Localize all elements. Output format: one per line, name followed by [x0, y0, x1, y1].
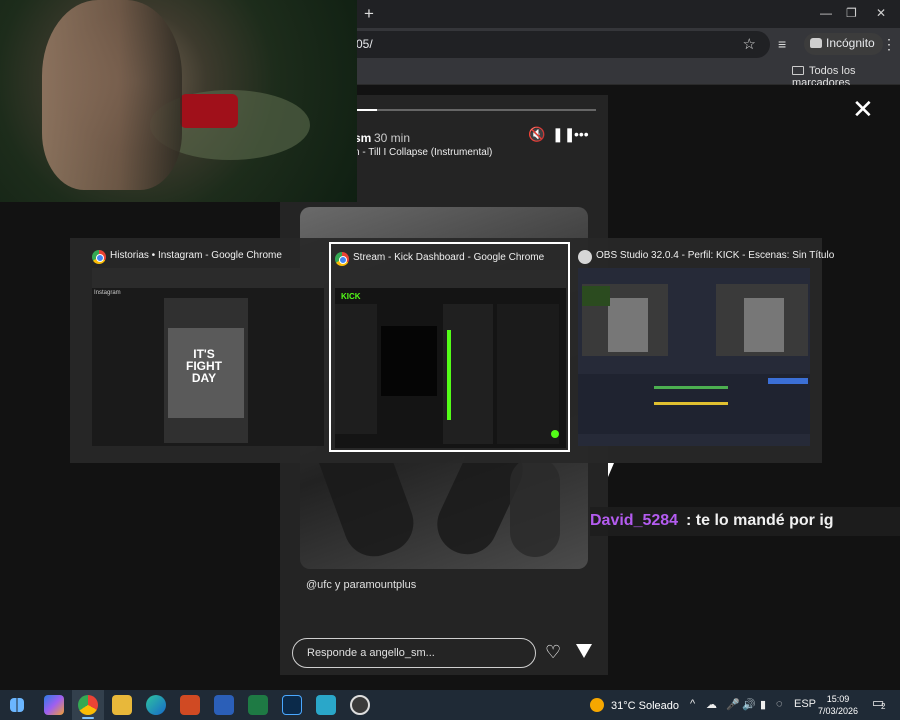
app-icon[interactable]	[316, 695, 336, 715]
menu-kebab-icon[interactable]: ⋮	[882, 36, 896, 53]
story-song[interactable]: n - Till I Collapse (Instrumental)	[354, 147, 492, 158]
pause-icon[interactable]: ❚❚	[552, 126, 575, 143]
sun-icon	[590, 698, 604, 712]
window-thumbnail: KICK	[335, 270, 566, 448]
chat-message: : te lo mandé por ig	[686, 512, 834, 529]
chrome-icon	[335, 252, 349, 266]
restore-button[interactable]: ❐	[846, 6, 857, 20]
powerpoint-icon[interactable]	[180, 695, 200, 715]
language-indicator[interactable]: ESP	[794, 698, 816, 710]
incognito-label: Incógnito	[826, 36, 875, 50]
excel-icon[interactable]	[248, 695, 268, 715]
folder-icon	[792, 66, 804, 75]
windows-taskbar: 31°C Soleado ^ ☁ 🎤 🔊 ▮ ◌ ESP 15:09 7/03/…	[0, 690, 900, 720]
close-window-button[interactable]: ✕	[876, 6, 886, 20]
show-hidden-icons-chevron-icon[interactable]: ^	[690, 698, 695, 710]
chrome-taskbar-icon[interactable]	[78, 695, 98, 715]
weather-widget[interactable]: 31°C Soleado	[590, 698, 679, 712]
mouse-cursor-icon	[608, 463, 614, 477]
microphone-icon[interactable]: 🎤	[726, 698, 740, 711]
story-mention[interactable]: @ufc y paramountplus	[306, 579, 416, 591]
media-controls-icon[interactable]: ≡	[778, 36, 786, 52]
word-icon[interactable]	[214, 695, 234, 715]
window-thumbnail: Instagram IT'S FIGHT DAY	[92, 268, 324, 446]
send-icon[interactable]	[576, 644, 592, 658]
chat-username: David_5284	[590, 512, 679, 529]
window-title: Historias • Instagram - Google Chrome	[110, 250, 282, 261]
network-icon[interactable]: ▮	[760, 698, 766, 711]
webcam-overlay	[0, 0, 357, 202]
more-options-icon[interactable]: •••	[574, 126, 589, 142]
window-title: Stream - Kick Dashboard - Google Chrome	[353, 252, 545, 263]
stream-chat-overlay: David_5284 : te lo mandé por ig	[590, 507, 900, 536]
mute-icon[interactable]: 🔇	[528, 126, 545, 143]
notification-count: 2	[881, 702, 886, 711]
minimize-button[interactable]: —	[820, 6, 832, 20]
thumb-kick-logo: KICK	[341, 292, 361, 301]
edge-icon[interactable]	[146, 695, 166, 715]
obs-taskbar-icon[interactable]	[350, 695, 370, 715]
story-time: 30 min	[374, 131, 411, 145]
window-thumbnail	[578, 268, 810, 446]
incognito-icon	[810, 38, 822, 48]
thumb-instagram-label: Instagram	[94, 290, 121, 296]
file-explorer-icon[interactable]	[112, 695, 132, 715]
switcher-window-kick[interactable]: Stream - Kick Dashboard - Google Chrome …	[329, 242, 570, 452]
thumb-poster-text: IT'S FIGHT DAY	[186, 347, 222, 385]
like-heart-icon[interactable]: ♡	[545, 642, 561, 663]
clock-time: 15:09	[826, 694, 850, 704]
volume-icon[interactable]: 🔊	[742, 698, 756, 711]
screen: + — ❐ ✕ 05/ ☆ ≡ Incógnito ⋮ Todos los ma…	[0, 0, 900, 720]
story-reply-input[interactable]: Responde a angello_sm...	[292, 638, 536, 668]
switcher-window-instagram[interactable]: Historias • Instagram - Google Chrome In…	[88, 242, 326, 452]
new-tab-button[interactable]: +	[364, 4, 374, 24]
weather-text: Soleado	[638, 700, 680, 712]
task-switcher: Historias • Instagram - Google Chrome In…	[70, 238, 834, 463]
switcher-window-obs[interactable]: OBS Studio 32.0.4 - Perfil: KICK - Escen…	[574, 242, 834, 452]
clock[interactable]: 15:09 7/03/2026	[818, 693, 858, 717]
chrome-icon	[92, 250, 106, 264]
url-text: 05/	[356, 37, 373, 51]
clock-date: 7/03/2026	[818, 706, 859, 716]
obs-icon	[578, 250, 592, 264]
vpn-icon[interactable]: ◌	[776, 698, 783, 710]
close-story-icon[interactable]: ✕	[852, 96, 874, 122]
window-title: OBS Studio 32.0.4 - Perfil: KICK - Escen…	[596, 250, 835, 261]
onedrive-icon[interactable]: ☁	[706, 698, 717, 711]
copilot-icon[interactable]	[44, 695, 64, 715]
start-button-icon[interactable]	[10, 698, 24, 712]
photoshop-icon[interactable]	[282, 695, 302, 715]
incognito-badge[interactable]: Incógnito	[804, 33, 883, 55]
reply-placeholder: Responde a angello_sm...	[307, 647, 435, 659]
address-bar[interactable]: 05/ ☆	[340, 31, 770, 58]
bookmark-star-icon[interactable]: ☆	[743, 35, 756, 53]
weather-temp: 31°C	[611, 700, 636, 712]
